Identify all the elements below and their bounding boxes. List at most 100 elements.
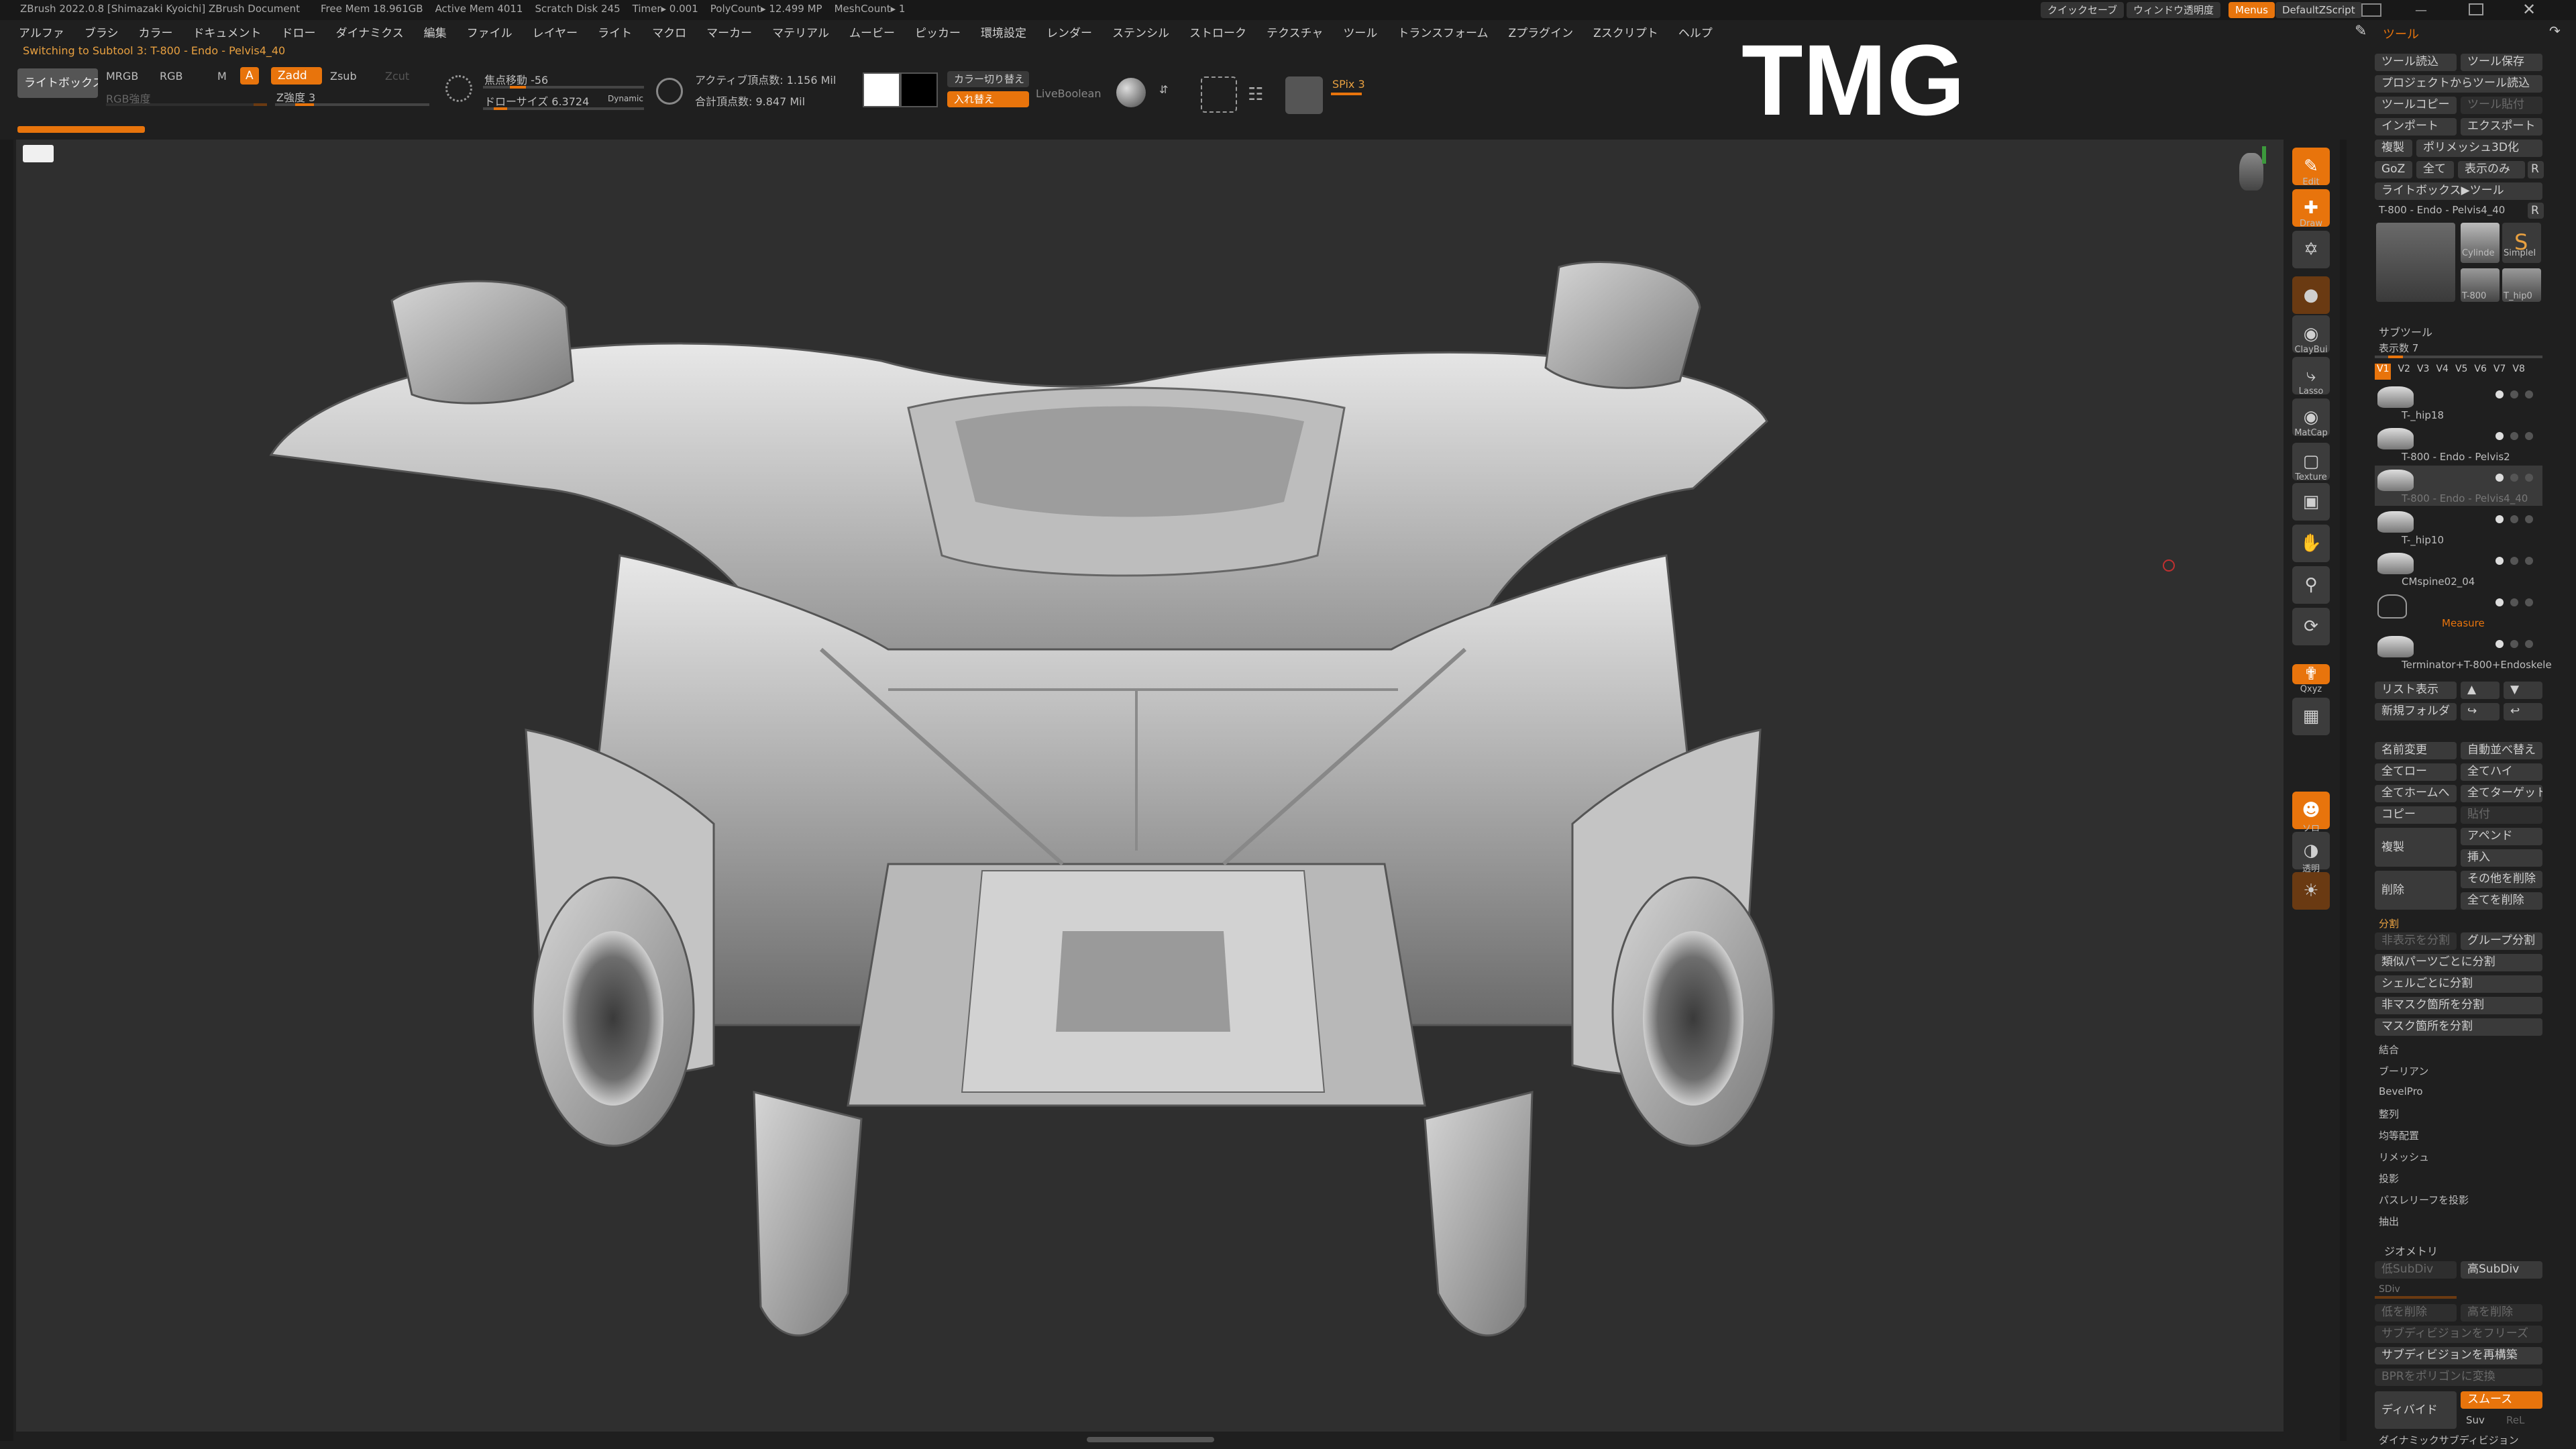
z-intensity-slider[interactable]: Z強度 3 [276,89,315,105]
lock-icon[interactable] [2510,432,2518,440]
subtool-section-item[interactable]: 投影 [2379,1171,2399,1185]
lock-icon[interactable]: ☷ [1248,85,1263,105]
menu-item[interactable]: Zプラグイン [1509,23,1574,40]
eye-icon[interactable] [2496,640,2504,648]
split-hidden-button[interactable]: 非表示を分割 [2375,932,2457,950]
make-polymesh-button[interactable]: ポリメッシュ3D化 [2416,140,2542,157]
menu-item[interactable]: ブラシ [85,23,119,40]
split-unmasked-button[interactable]: 非マスク箇所を分割 [2375,997,2542,1014]
split-section[interactable]: 分割 [2379,916,2399,930]
move-up-button[interactable]: ▲ [2461,682,2500,699]
zadd-toggle[interactable]: Zadd [271,67,322,85]
menu-item[interactable]: ドロー [282,23,316,40]
version-tab[interactable]: V1 [2375,364,2392,380]
move-view-button[interactable]: ✋ [2292,525,2330,562]
brush-toggle-icon[interactable] [2525,598,2533,606]
menu-item[interactable]: マテリアル [772,23,829,40]
move-out-button[interactable]: ↩ [2504,703,2542,720]
rel-toggle[interactable]: ReL [2506,1414,2524,1426]
split-shell-button[interactable]: シェルごとに分割 [2375,975,2542,993]
menu-item[interactable]: レンダー [1046,23,1092,40]
subtool-section-item[interactable]: 抽出 [2379,1214,2399,1228]
bottom-scroll-handle[interactable] [1087,1437,1214,1442]
material-preview-icon[interactable] [1285,76,1323,114]
version-tab[interactable]: V7 [2493,364,2506,380]
all-home-button[interactable]: 全てホームへ [2375,785,2457,802]
menu-item[interactable]: カラー [139,23,173,40]
insert-button[interactable]: 挿入 [2461,849,2542,867]
rename-button[interactable]: 名前変更 [2375,742,2457,759]
menu-item[interactable]: 環境設定 [981,23,1026,40]
version-tab[interactable]: V8 [2512,364,2524,380]
zsub-toggle[interactable]: Zsub [330,70,357,83]
a-toggle[interactable]: A [240,67,259,85]
perspective-icon[interactable]: ⇵ [1159,83,1168,96]
subtool-item[interactable]: T-_hip18 [2375,382,2542,423]
focal-shift-icon[interactable] [445,75,472,102]
all-button[interactable]: 全て [2416,161,2454,178]
rotate-view-button[interactable]: ⟳ [2292,608,2330,645]
symmetry-icon[interactable] [1201,76,1237,113]
split-similar-button[interactable]: 類似パーツごとに分割 [2375,954,2542,971]
transparency-slider[interactable]: ウィンドウ透明度 [2127,2,2221,18]
eye-icon[interactable] [2496,515,2504,523]
document-canvas[interactable] [16,140,2284,1432]
zcut-toggle[interactable]: Zcut [385,70,409,83]
suv-toggle[interactable]: Suv [2466,1414,2485,1426]
brush-toggle-icon[interactable] [2525,390,2533,398]
lock-icon[interactable] [2510,640,2518,648]
panel-collapse-icon[interactable]: ↷ [2549,23,2561,39]
eye-icon[interactable] [2496,474,2504,482]
menu-item[interactable]: ツール [1343,23,1377,40]
maximize-icon[interactable] [2469,3,2483,15]
split-masked-button[interactable]: マスク箇所を分割 [2375,1018,2542,1036]
brush-toggle-icon[interactable] [2525,515,2533,523]
subtool-section-item[interactable]: リメッシュ [2379,1150,2429,1164]
all-target-button[interactable]: 全てターゲット [2461,785,2542,802]
export-button[interactable]: エクスポート [2461,118,2542,136]
current-tool-thumbnail[interactable] [2376,223,2455,302]
secondary-color-swatch[interactable] [900,72,938,107]
draw-size-slider[interactable]: ドローサイズ 6.3724 [484,93,589,109]
group-split-button[interactable]: グループ分割 [2461,932,2542,950]
version-tab[interactable]: V4 [2436,364,2448,380]
menu-item[interactable]: マクロ [652,23,686,40]
subtool-item[interactable]: T-800 - Endo - Pelvis2 [2375,424,2542,464]
auto-reorder-button[interactable]: 自動並べ替え [2461,742,2542,759]
dynamic-toggle[interactable]: Dynamic [608,94,643,103]
panel-divider[interactable] [2340,140,2347,1441]
menu-item[interactable]: 編集 [424,23,447,40]
visible-count-slider[interactable]: 表示数 7 [2379,341,2418,355]
save-tool-button[interactable]: ツール保存 [2461,54,2542,71]
swap-color-button[interactable]: 入れ替え [947,91,1029,107]
divide-button[interactable]: ディバイド [2375,1391,2457,1429]
subtool-title[interactable]: サブツール [2379,323,2432,339]
delete-button[interactable]: 削除 [2375,871,2457,910]
visible-only-button[interactable]: 表示のみ [2458,161,2525,178]
append-button[interactable]: アペンド [2461,828,2542,845]
geometry-title[interactable]: ジオメトリ [2384,1242,2438,1258]
brush-toggle-icon[interactable] [2525,557,2533,565]
sdiv-slider[interactable]: SDiv [2379,1284,2400,1295]
move-button[interactable]: ✡ [2292,231,2330,268]
primary-color-swatch[interactable] [863,72,900,107]
goz-button[interactable]: GoZ [2375,161,2412,178]
brush-toggle-icon[interactable] [2525,640,2533,648]
move-into-button[interactable]: ↪ [2461,703,2500,720]
subtool-section-item[interactable]: 整列 [2379,1107,2399,1121]
lock-icon[interactable] [2510,598,2518,606]
lock-icon[interactable] [2510,515,2518,523]
subtool-item[interactable]: CMspine02_04 [2375,549,2542,589]
menu-item[interactable]: ステンシル [1112,23,1169,40]
version-tab[interactable]: V5 [2455,364,2467,380]
lock-icon[interactable] [2510,557,2518,565]
paste-tool-button[interactable]: ツール貼付 [2461,97,2542,114]
brush-toggle-icon[interactable] [2525,474,2533,482]
paste-button[interactable]: 貼付 [2461,806,2542,824]
polyframe-button[interactable]: ▦ [2292,698,2330,735]
eye-icon[interactable] [2496,390,2504,398]
zoom-view-button[interactable]: ⚲ [2292,566,2330,604]
copy-button[interactable]: コピー [2375,806,2457,824]
menu-item[interactable]: ファイル [467,23,513,40]
delete-lower-button[interactable]: 低を削除 [2375,1304,2457,1322]
